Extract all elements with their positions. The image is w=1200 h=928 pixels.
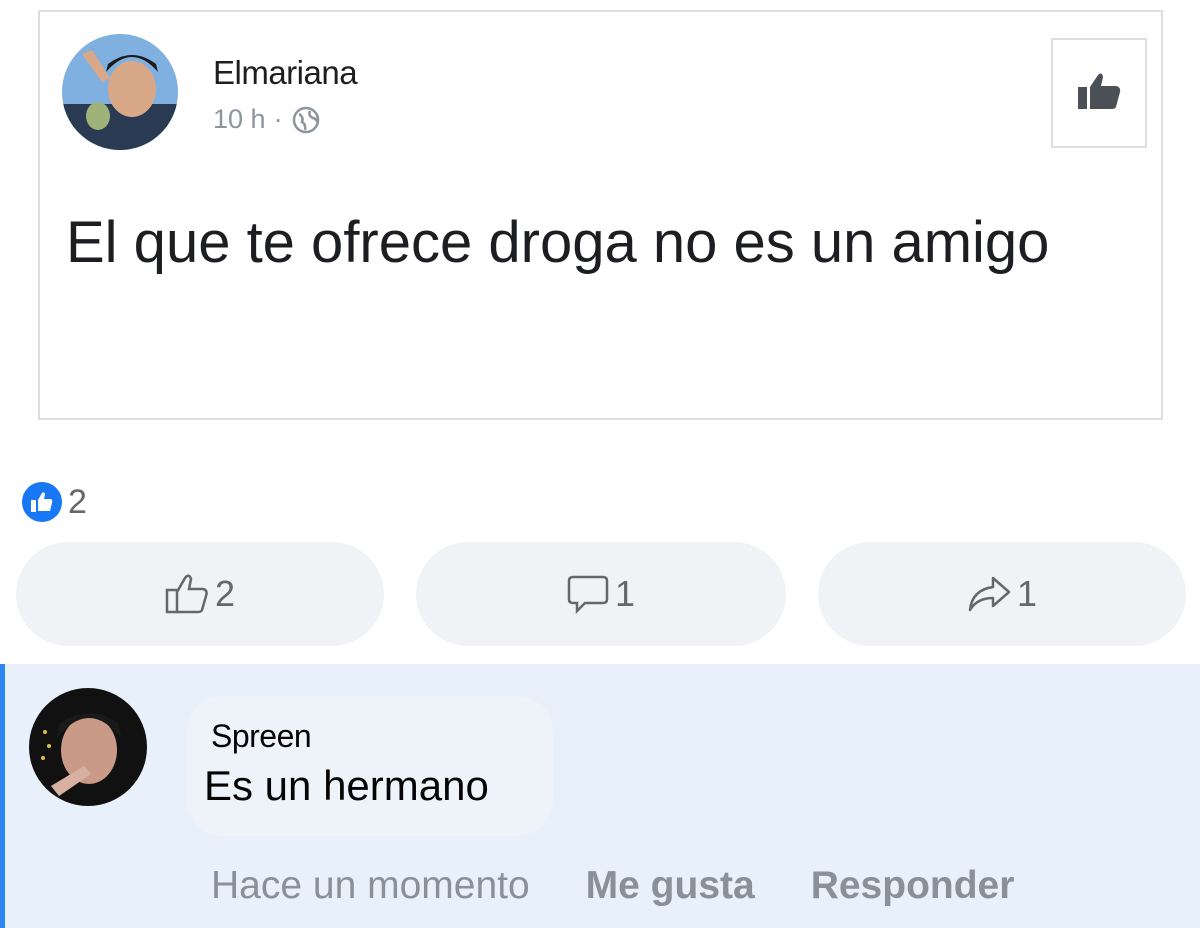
comment-text: Es un hermano	[204, 762, 489, 809]
comment-bubble: Spreen Es un hermano	[187, 696, 553, 836]
like-button[interactable]: 2	[16, 542, 384, 646]
reactions-summary[interactable]: 2	[20, 480, 87, 524]
post-text: El que te ofrece droga no es un amigo	[66, 210, 1050, 275]
facebook-post-screen: Elmariana 10 h · El que te ofrece droga …	[0, 0, 1200, 928]
comment-reply-link[interactable]: Responder	[811, 864, 1015, 908]
comment-time[interactable]: Hace un momento	[211, 864, 530, 908]
thumbs-up-icon	[1076, 71, 1122, 116]
comment-like-link[interactable]: Me gusta	[586, 864, 755, 908]
post-time[interactable]: 10 h	[213, 104, 266, 135]
globe-icon	[291, 105, 321, 135]
comment-item: Spreen Es un hermano Hace un momento Me …	[0, 664, 1200, 928]
author-avatar[interactable]	[62, 34, 178, 150]
like-page-button[interactable]	[1051, 38, 1147, 148]
like-reaction-icon	[20, 480, 64, 524]
comment-button[interactable]: 1	[416, 542, 786, 646]
reactions-count: 2	[68, 482, 87, 521]
like-count: 2	[214, 573, 236, 614]
share-button[interactable]: 1	[818, 542, 1186, 646]
comment-actions: Hace un momento Me gusta Responder	[211, 864, 1014, 908]
share-icon	[968, 576, 1011, 612]
post-card: Elmariana 10 h · El que te ofrece droga …	[38, 10, 1163, 420]
comment-count: 1	[614, 573, 636, 614]
author-name[interactable]: Elmariana	[213, 54, 358, 92]
thumbs-up-icon	[165, 574, 208, 614]
commenter-name[interactable]: Spreen	[211, 718, 312, 755]
comment-icon	[567, 575, 609, 615]
meta-separator: ·	[273, 104, 283, 134]
commenter-avatar[interactable]	[29, 688, 147, 806]
share-count: 1	[1016, 573, 1038, 614]
post-meta: 10 h ·	[213, 104, 321, 135]
